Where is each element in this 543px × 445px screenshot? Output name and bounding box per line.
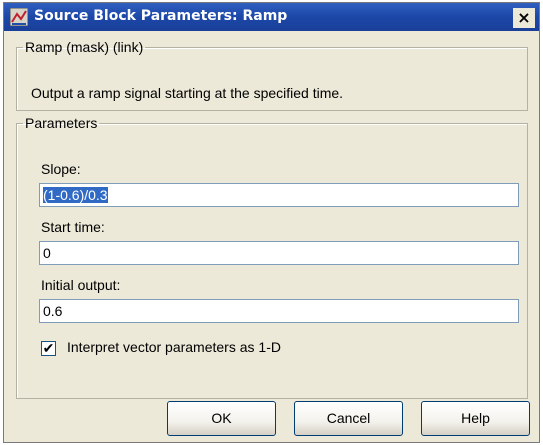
check-icon: ✔ — [42, 340, 55, 356]
parameters-group-legend: Parameters — [25, 115, 98, 131]
mask-group-legend: Ramp (mask) (link) — [25, 39, 144, 55]
simulink-block-icon — [10, 8, 28, 26]
slope-field[interactable]: (1-0.6)/0.3 — [39, 183, 519, 207]
mask-group: Ramp (mask) (link) Output a ramp signal … — [16, 39, 528, 111]
help-button[interactable]: Help — [421, 401, 530, 436]
slope-label: Slope: — [41, 161, 81, 177]
title-bar[interactable]: Source Block Parameters: Ramp × — [4, 3, 539, 31]
cancel-button[interactable]: Cancel — [294, 401, 403, 436]
start-time-field[interactable]: 0 — [39, 241, 519, 265]
initial-output-label: Initial output: — [41, 277, 121, 293]
parameters-group: Parameters Slope: (1-0.6)/0.3 Start time… — [16, 115, 528, 399]
ok-button[interactable]: OK — [167, 401, 276, 436]
close-icon: × — [517, 8, 531, 27]
window-title: Source Block Parameters: Ramp — [34, 8, 288, 24]
start-time-label: Start time: — [41, 219, 105, 235]
slope-value: (1-0.6)/0.3 — [43, 187, 108, 203]
block-description: Output a ramp signal starting at the spe… — [31, 85, 344, 101]
interpret-vector-label[interactable]: Interpret vector parameters as 1-D — [67, 339, 281, 355]
dialog-window: Source Block Parameters: Ramp × Ramp (ma… — [3, 2, 540, 443]
interpret-vector-checkbox[interactable]: ✔ — [41, 341, 56, 356]
close-button[interactable]: × — [513, 8, 535, 28]
initial-output-field[interactable]: 0.6 — [39, 299, 519, 323]
